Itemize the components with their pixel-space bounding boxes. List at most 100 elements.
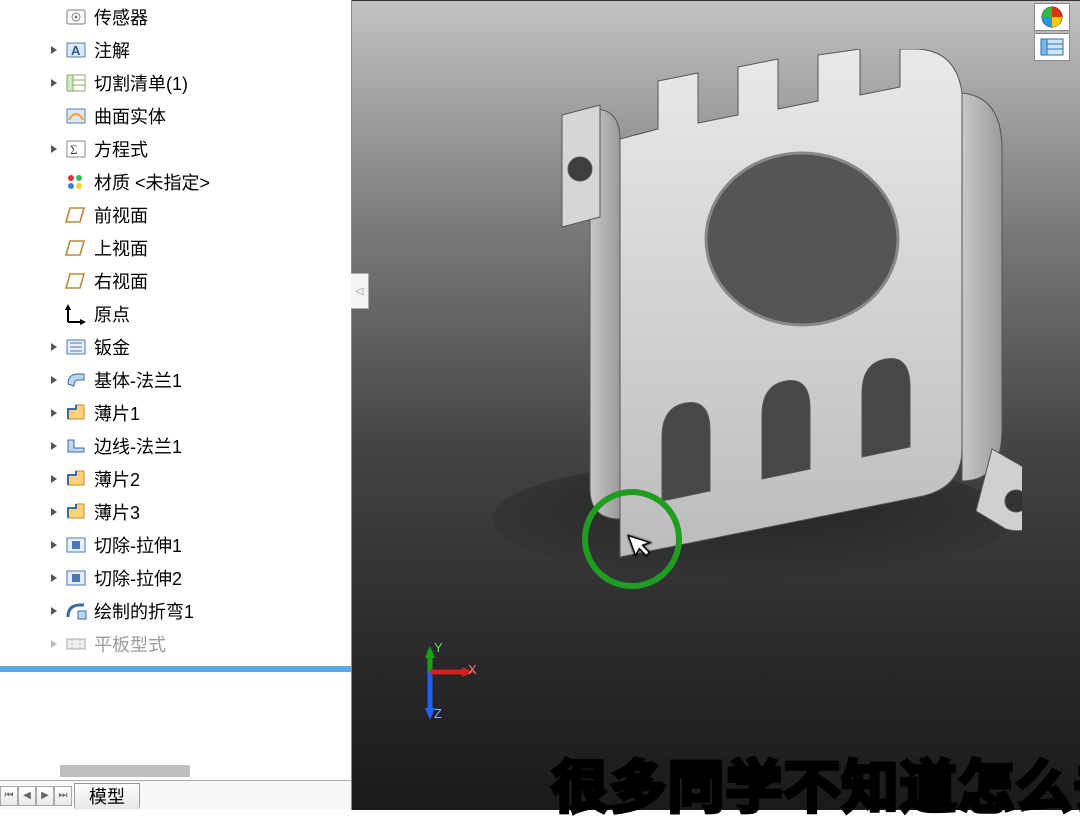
tree-item-edgeflange-13[interactable]: 边线-法兰1 bbox=[0, 429, 351, 462]
plane-icon bbox=[64, 236, 88, 260]
chevron-right-icon bbox=[50, 45, 58, 55]
expander-slot[interactable] bbox=[44, 375, 64, 385]
tree-item-annotation-1[interactable]: 注解 bbox=[0, 33, 351, 66]
scroll-thumb[interactable] bbox=[60, 765, 190, 777]
tree-item-cutextrude-16[interactable]: 切除-拉伸1 bbox=[0, 528, 351, 561]
tree-item-tab-12[interactable]: 薄片1 bbox=[0, 396, 351, 429]
expander-slot[interactable] bbox=[44, 474, 64, 484]
tab-model[interactable]: 模型 bbox=[74, 783, 140, 809]
tree-item-plane-8[interactable]: 右视面 bbox=[0, 264, 351, 297]
expander-slot[interactable] bbox=[44, 573, 64, 583]
tree-item-material-5[interactable]: 材质 <未指定> bbox=[0, 165, 351, 198]
tree-item-label: 曲面实体 bbox=[94, 103, 166, 129]
expander-slot[interactable] bbox=[44, 45, 64, 55]
appearance-button[interactable] bbox=[1034, 3, 1070, 31]
tab-icon bbox=[64, 467, 88, 491]
sidebar-bottom-bar: ⏮ ◀ ▶ ⏭ 模型 bbox=[0, 780, 351, 810]
tree-item-label: 薄片2 bbox=[94, 466, 140, 492]
tree-item-equation-4[interactable]: 方程式 bbox=[0, 132, 351, 165]
chevron-right-icon bbox=[50, 408, 58, 418]
tab-nav-prev[interactable]: ◀ bbox=[18, 786, 36, 806]
tree-item-sketchbend-18[interactable]: 绘制的折弯1 bbox=[0, 594, 351, 627]
video-caption: 很多同学不知道怎么去调整 bbox=[552, 760, 1080, 816]
plane-icon bbox=[64, 269, 88, 293]
expander-slot[interactable] bbox=[44, 441, 64, 451]
tab-icon bbox=[64, 500, 88, 524]
chevron-right-icon bbox=[50, 144, 58, 154]
cutextrude-icon bbox=[64, 566, 88, 590]
expander-slot[interactable] bbox=[44, 606, 64, 616]
chevron-right-icon bbox=[50, 441, 58, 451]
tree-item-tab-15[interactable]: 薄片3 bbox=[0, 495, 351, 528]
chevron-right-icon bbox=[50, 573, 58, 583]
tree-item-label: 薄片1 bbox=[94, 400, 140, 426]
annotation-icon bbox=[64, 38, 88, 62]
model-silhouette bbox=[462, 49, 1022, 589]
chevron-right-icon bbox=[50, 342, 58, 352]
edgeflange-icon bbox=[64, 434, 88, 458]
expander-slot[interactable] bbox=[44, 507, 64, 517]
tab-icon bbox=[64, 401, 88, 425]
expander-slot[interactable] bbox=[44, 540, 64, 550]
plane-icon bbox=[64, 203, 88, 227]
chevron-right-icon bbox=[50, 639, 58, 649]
cutextrude-icon bbox=[64, 533, 88, 557]
tree-item-label: 原点 bbox=[94, 301, 130, 327]
chevron-right-icon bbox=[50, 474, 58, 484]
sensor-icon bbox=[64, 5, 88, 29]
sidebar-horizontal-scroll[interactable] bbox=[0, 762, 351, 780]
display-pane-icon bbox=[1039, 37, 1065, 57]
equation-icon bbox=[64, 137, 88, 161]
tab-nav-first[interactable]: ⏮ bbox=[0, 786, 18, 806]
tree-item-plane-6[interactable]: 前视面 bbox=[0, 198, 351, 231]
tree-item-sensor-0[interactable]: 传感器 bbox=[0, 0, 351, 33]
sheetmetal-icon bbox=[64, 335, 88, 359]
orientation-triad[interactable]: X Y Z bbox=[400, 646, 480, 726]
tree-item-label: 钣金 bbox=[94, 334, 130, 360]
tree-item-sheetmetal-10[interactable]: 钣金 bbox=[0, 330, 351, 363]
tab-nav-last[interactable]: ⏭ bbox=[54, 786, 72, 806]
tree-item-label: 绘制的折弯1 bbox=[94, 598, 194, 624]
triad-z: Z bbox=[434, 706, 442, 721]
chevron-right-icon bbox=[50, 606, 58, 616]
triad-x: X bbox=[468, 662, 477, 677]
tab-model-label: 模型 bbox=[89, 783, 125, 809]
chevron-right-icon bbox=[50, 507, 58, 517]
tree-item-baseflange-11[interactable]: 基体-法兰1 bbox=[0, 363, 351, 396]
tree-item-label: 平板型式 bbox=[94, 631, 166, 657]
tree-item-label: 切除-拉伸1 bbox=[94, 532, 182, 558]
expander-slot[interactable] bbox=[44, 408, 64, 418]
tree-item-origin-9[interactable]: 原点 bbox=[0, 297, 351, 330]
expander-slot[interactable] bbox=[44, 144, 64, 154]
tree-item-surface-3[interactable]: 曲面实体 bbox=[0, 99, 351, 132]
expander-slot[interactable] bbox=[44, 342, 64, 352]
tree-item-tab-14[interactable]: 薄片2 bbox=[0, 462, 351, 495]
tree-item-label: 注解 bbox=[94, 37, 130, 63]
tree-item-label: 材质 <未指定> bbox=[94, 169, 210, 195]
sidebar-collapse-handle[interactable]: ◁ bbox=[351, 273, 369, 309]
graphics-viewport[interactable]: ◁ bbox=[352, 0, 1080, 810]
triad-y: Y bbox=[434, 640, 443, 655]
expander-slot[interactable] bbox=[44, 639, 64, 649]
chevron-right-icon bbox=[50, 540, 58, 550]
expander-slot[interactable] bbox=[44, 78, 64, 88]
baseflange-icon bbox=[64, 368, 88, 392]
surface-icon bbox=[64, 104, 88, 128]
feature-tree[interactable]: 传感器注解切割清单(1) 曲面实体方程式材质 <未指定> 前视面上视面右视面原点钣金… bbox=[0, 0, 351, 666]
tree-item-label: 切割清单(1) bbox=[94, 70, 188, 96]
tree-item-cutlist-2[interactable]: 切割清单(1) bbox=[0, 66, 351, 99]
tree-item-label: 传感器 bbox=[94, 4, 148, 30]
material-icon bbox=[64, 170, 88, 194]
sidebar-blank bbox=[0, 672, 351, 762]
tree-item-label: 上视面 bbox=[94, 235, 148, 261]
tree-item-label: 基体-法兰1 bbox=[94, 367, 182, 393]
tree-item-cutextrude-17[interactable]: 切除-拉伸2 bbox=[0, 561, 351, 594]
tree-item-plane-7[interactable]: 上视面 bbox=[0, 231, 351, 264]
viewport-corner-buttons bbox=[1034, 3, 1070, 61]
tab-nav-next[interactable]: ▶ bbox=[36, 786, 54, 806]
feature-tree-panel: 传感器注解切割清单(1) 曲面实体方程式材质 <未指定> 前视面上视面右视面原点钣金… bbox=[0, 0, 352, 810]
tree-item-flatpattern-19[interactable]: 平板型式 bbox=[0, 627, 351, 660]
app-root: 传感器注解切割清单(1) 曲面实体方程式材质 <未指定> 前视面上视面右视面原点钣金… bbox=[0, 0, 1080, 810]
chevron-right-icon bbox=[50, 78, 58, 88]
display-pane-button[interactable] bbox=[1034, 33, 1070, 61]
